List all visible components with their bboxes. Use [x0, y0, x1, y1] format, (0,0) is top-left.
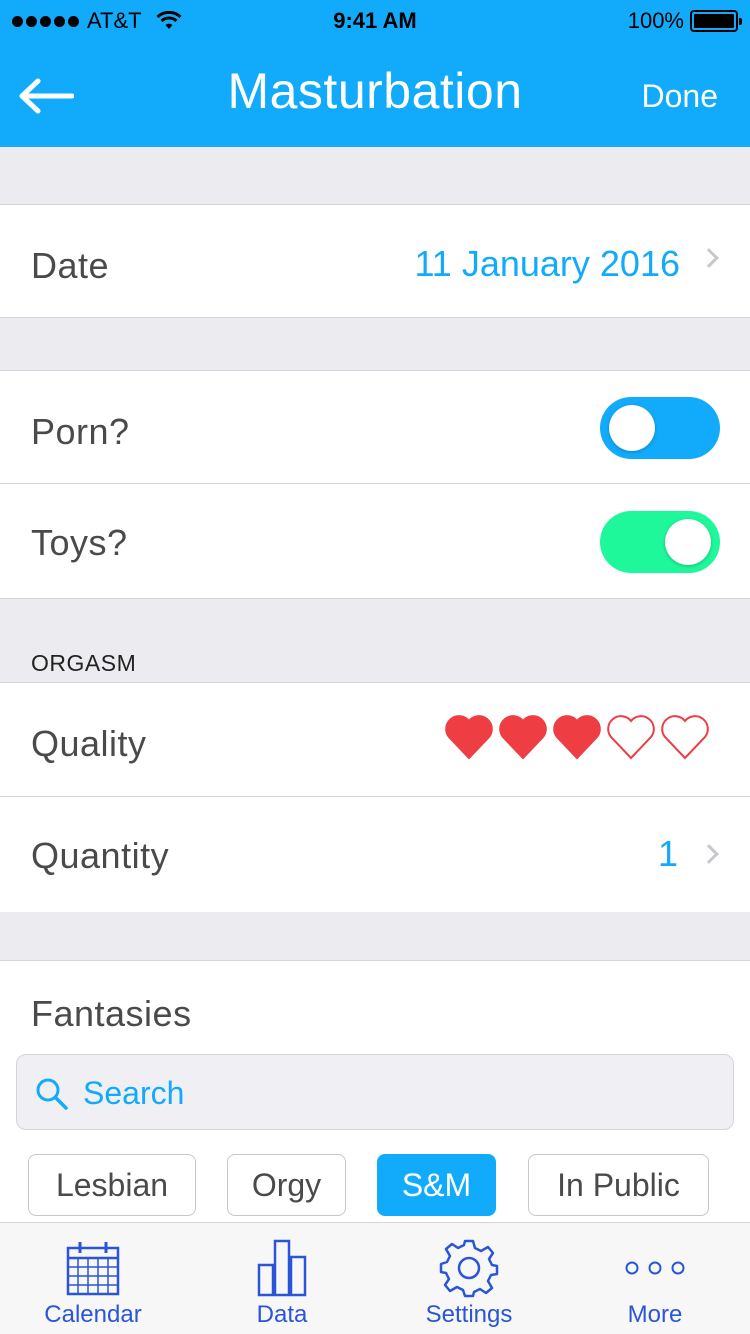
- date-row[interactable]: Date 11 January 2016: [0, 204, 750, 318]
- fantasies-title: Fantasies: [31, 993, 192, 1034]
- toys-toggle[interactable]: [600, 511, 720, 573]
- tab-settings[interactable]: Settings: [412, 1223, 526, 1334]
- gear-icon: [439, 1239, 499, 1298]
- date-value: 11 January 2016: [414, 243, 680, 284]
- tab-label: More: [627, 1301, 683, 1328]
- date-label: Date: [31, 245, 110, 286]
- quantity-label: Quantity: [31, 835, 170, 876]
- tab-label: Settings: [425, 1301, 513, 1328]
- done-button[interactable]: Done: [642, 78, 719, 115]
- battery-percent: 100%: [627, 8, 684, 33]
- heart-outline-icon[interactable]: [660, 713, 710, 761]
- quantity-value: 1: [657, 833, 678, 874]
- chevron-right-icon: [699, 844, 719, 864]
- bar-chart-icon: [257, 1239, 307, 1297]
- tab-more[interactable]: More: [610, 1223, 700, 1334]
- calendar-icon: [66, 1242, 120, 1296]
- tab-label: Calendar: [44, 1301, 142, 1328]
- page-title: Masturbation: [227, 63, 523, 119]
- status-bar: AT&T 9:41 AM 100%: [0, 0, 750, 40]
- toys-label: Toys?: [31, 522, 128, 563]
- tab-calendar[interactable]: Calendar: [30, 1223, 156, 1334]
- heart-filled-icon[interactable]: [552, 713, 602, 761]
- more-dots-icon: [625, 1261, 685, 1275]
- fantasy-chip-orgy[interactable]: Orgy: [227, 1154, 346, 1216]
- search-field[interactable]: Search: [16, 1054, 734, 1130]
- quantity-row[interactable]: Quantity 1: [0, 796, 750, 912]
- fantasy-chip-lesbian[interactable]: Lesbian: [28, 1154, 196, 1216]
- fantasy-chip-in-public[interactable]: In Public: [528, 1154, 709, 1216]
- toys-row: Toys?: [0, 483, 750, 599]
- fantasy-chip-sm[interactable]: S&M: [377, 1154, 496, 1216]
- tab-bar: Calendar Data Settings More: [0, 1222, 750, 1334]
- orgasm-section-header: ORGASM: [31, 650, 137, 676]
- heart-filled-icon[interactable]: [498, 713, 548, 761]
- porn-toggle[interactable]: [600, 397, 720, 459]
- heart-outline-icon[interactable]: [606, 713, 656, 761]
- chevron-right-icon: [699, 248, 719, 268]
- battery-icon: [690, 10, 742, 32]
- nav-bar: AT&T 9:41 AM 100% Masturbation Done: [0, 0, 750, 147]
- heart-filled-icon[interactable]: [444, 713, 494, 761]
- porn-label: Porn?: [31, 411, 130, 452]
- quality-row: Quality: [0, 682, 750, 797]
- search-icon: [36, 1078, 68, 1110]
- quality-label: Quality: [31, 723, 147, 764]
- quality-rating: [444, 713, 710, 761]
- tab-label: Data: [256, 1301, 308, 1328]
- search-placeholder: Search: [83, 1075, 185, 1111]
- porn-row: Porn?: [0, 370, 750, 484]
- tab-data[interactable]: Data: [232, 1223, 332, 1334]
